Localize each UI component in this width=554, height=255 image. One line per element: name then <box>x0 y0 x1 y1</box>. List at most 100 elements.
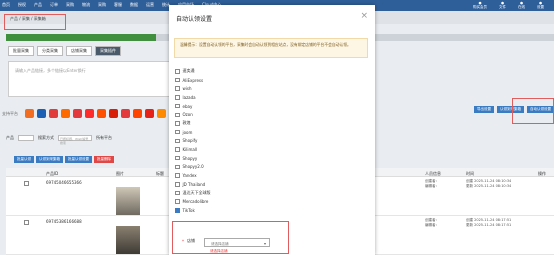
right-button-0[interactable]: 导出设置 <box>474 106 494 113</box>
editor-info: 创建者： 编辑者： <box>425 218 439 228</box>
batch-button-1[interactable]: 认领到采集箱 <box>36 156 63 163</box>
platform-name: wish <box>182 86 192 92</box>
filter-bar: 产品 搜索方式 已按标题、Wish编号搜索 所有平台 <box>6 135 112 145</box>
checkbox[interactable] <box>175 208 180 213</box>
checkbox[interactable] <box>175 103 180 109</box>
platform-name: Mercadolibre <box>182 199 209 205</box>
nav-item-1[interactable]: 授权 <box>18 2 26 8</box>
checkbox[interactable] <box>175 190 180 196</box>
time-info: 创建 2025-11-24 08:17:51 更新 2025-11-24 08:1… <box>466 218 511 228</box>
url-input[interactable]: 请输入产品链接，多个链接以Enter换行 <box>8 61 178 97</box>
platform-option[interactable]: Yandex <box>175 171 211 180</box>
top-right-item-0[interactable]: ● 购买会员 <box>473 1 487 9</box>
checkbox[interactable] <box>175 121 180 126</box>
platform-option[interactable]: Ozon <box>175 110 211 119</box>
nav-item-4[interactable]: 采购 <box>66 2 74 8</box>
tab-3[interactable]: 采集插件 <box>95 46 121 56</box>
tab-1[interactable]: 分类采集 <box>37 46 63 56</box>
checkbox[interactable] <box>175 77 180 83</box>
top-right-label: 购买会员 <box>473 5 487 9</box>
platform-option[interactable]: ebay <box>175 102 211 111</box>
top-right-label: 设置 <box>537 5 544 9</box>
platform-option[interactable]: lazada <box>175 93 211 102</box>
tab-2[interactable]: 店铺采集 <box>66 46 92 56</box>
checkbox[interactable] <box>175 164 180 170</box>
batch-toolbar: 批量认领 认领到采集箱 批量认领设置 批量删除 <box>14 156 114 163</box>
url-input-placeholder: 请输入产品链接，多个链接以Enter换行 <box>15 68 86 73</box>
checkbox[interactable] <box>175 95 180 100</box>
time-info: 创建 2025-11-24 08:10:34 更新 2025-11-24 08:1… <box>466 179 511 189</box>
platform-logo-icon[interactable] <box>49 109 58 118</box>
top-right-item-1[interactable]: ● 文件 <box>499 1 506 9</box>
top-right-item-3[interactable]: ● 设置 <box>537 1 544 9</box>
batch-button-3[interactable]: 批量删除 <box>94 156 114 163</box>
checkbox[interactable] <box>175 155 180 161</box>
checkbox[interactable] <box>175 86 180 91</box>
platform-option[interactable]: JD Thailand <box>175 180 211 189</box>
nav-item-5[interactable]: 物流 <box>82 2 90 8</box>
tab-0[interactable]: 批量采集 <box>8 46 34 56</box>
platform-label: 支持平台 <box>2 110 18 116</box>
top-right-item-2[interactable]: ● 在线 <box>518 1 525 9</box>
platform-option[interactable]: joom <box>175 128 211 137</box>
platform-name: 速卖通 <box>182 68 195 74</box>
platform-logo-icon[interactable] <box>73 109 82 118</box>
checkbox[interactable] <box>175 112 180 118</box>
platform-logo-icon[interactable] <box>37 109 46 118</box>
filter-select[interactable] <box>18 135 34 141</box>
close-icon[interactable]: × <box>360 11 368 21</box>
nav-item-2[interactable]: 产品 <box>34 2 42 8</box>
nav-item-9[interactable]: 运营 <box>146 2 154 8</box>
platform-name: Shopyy <box>182 155 198 161</box>
filter-label: 产品 <box>6 135 14 140</box>
platform-option[interactable]: 敦煌 <box>175 119 211 128</box>
platform-logo-icon[interactable] <box>61 109 70 118</box>
platform-logo-icon[interactable] <box>85 109 94 118</box>
nav-item-6[interactable]: 采购 <box>98 2 106 8</box>
modal-title: 自动认领设置 <box>176 16 213 23</box>
platform-logo-icon[interactable] <box>25 109 34 118</box>
platform-logo-icon[interactable] <box>145 109 154 118</box>
platform-option[interactable]: Shopyy <box>175 154 211 163</box>
platform-option[interactable]: 速卖通 <box>175 67 211 76</box>
platform-option[interactable]: Kilimall <box>175 145 211 154</box>
nav-item-8[interactable]: 数据 <box>130 2 138 8</box>
search-input[interactable]: 已按标题、Wish编号搜索 <box>58 135 92 145</box>
top-right-label: 文件 <box>499 5 506 9</box>
platform-option[interactable]: wish <box>175 84 211 93</box>
platform-option[interactable]: AliExpress <box>175 76 211 85</box>
platform-logo-icon[interactable] <box>121 109 130 118</box>
checkbox[interactable] <box>175 138 180 144</box>
platform-logo-icon[interactable] <box>109 109 118 118</box>
checkbox[interactable] <box>175 173 180 178</box>
nav-item-7[interactable]: 客服 <box>114 2 122 8</box>
platform-option[interactable]: Shopify <box>175 137 211 146</box>
row-checkbox[interactable] <box>24 181 29 186</box>
product-id: 69745046655366 <box>46 180 82 185</box>
platform-option[interactable]: Mercadolibre <box>175 197 211 206</box>
platform-option[interactable]: TikTok <box>175 206 211 215</box>
platform-name: AliExpress <box>182 77 204 83</box>
product-thumbnail <box>116 187 140 215</box>
checkbox[interactable] <box>175 199 180 204</box>
platform-logo-icon[interactable] <box>157 109 166 118</box>
checkbox[interactable] <box>175 147 180 152</box>
platform-row: 支持平台 <box>2 109 190 118</box>
batch-button-0[interactable]: 批量认领 <box>14 156 34 163</box>
platform-filter[interactable]: 所有平台 <box>96 135 112 141</box>
platform-logo-icon[interactable] <box>97 109 106 118</box>
nav-item-3[interactable]: 订单 <box>50 2 58 8</box>
platform-name: TikTok <box>182 207 195 213</box>
highlight-breadcrumb <box>4 14 66 30</box>
platform-option[interactable]: Shopyy2.0 <box>175 163 211 172</box>
platform-name: 温达天下全球版 <box>182 189 211 195</box>
checkbox[interactable] <box>175 182 180 187</box>
platform-name: 敦煌 <box>182 120 191 126</box>
checkbox[interactable] <box>175 129 180 135</box>
batch-button-2[interactable]: 批量认领设置 <box>65 156 92 163</box>
platform-logo-icon[interactable] <box>133 109 142 118</box>
nav-item-0[interactable]: 首页 <box>2 2 10 8</box>
checkbox[interactable] <box>175 69 180 74</box>
platform-option[interactable]: 温达天下全球版 <box>175 189 211 198</box>
row-checkbox[interactable] <box>24 220 29 225</box>
